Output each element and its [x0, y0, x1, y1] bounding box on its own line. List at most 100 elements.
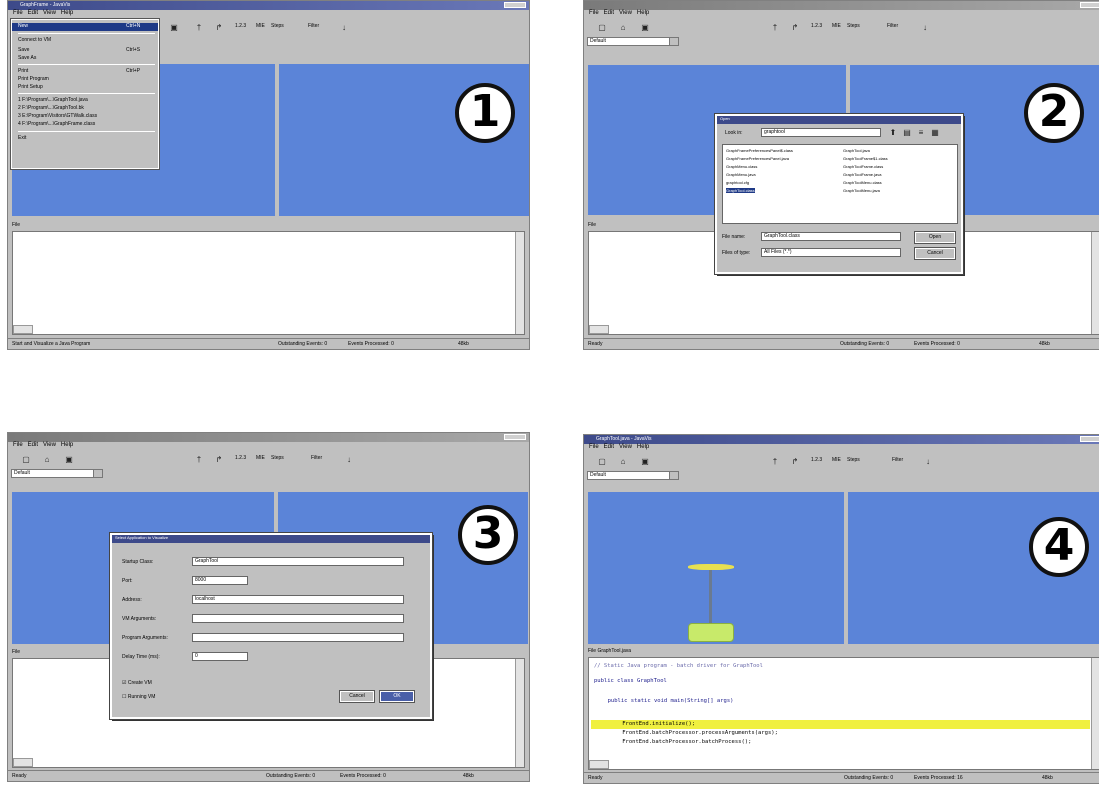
config-combo[interactable]: Default: [587, 471, 679, 480]
file-list-item[interactable]: GraphToolFrame.class: [843, 164, 883, 169]
debug-button[interactable]: MIE: [832, 457, 841, 463]
menu-view[interactable]: View: [619, 444, 632, 450]
cancel-button[interactable]: Cancel: [339, 690, 375, 703]
step-over-icon[interactable]: ↱: [213, 22, 225, 33]
visualization-pane-left[interactable]: [588, 492, 844, 644]
menu-help[interactable]: Help: [61, 10, 73, 16]
pin-icon[interactable]: ↓: [343, 454, 355, 465]
menu-view[interactable]: View: [43, 10, 56, 16]
running-vm-checkbox[interactable]: ☐ Running VM: [122, 694, 155, 700]
vertical-scrollbar[interactable]: [1091, 232, 1099, 334]
step-count-icon[interactable]: 1.2.3: [235, 23, 246, 29]
field-input[interactable]: GraphTool: [192, 557, 404, 566]
menu-file[interactable]: File: [13, 442, 23, 448]
save-icon[interactable]: ▣: [639, 456, 651, 467]
field-input[interactable]: [192, 633, 404, 642]
window-controls[interactable]: [504, 2, 526, 8]
debug-button[interactable]: MIE: [256, 455, 265, 461]
menu-item-connect[interactable]: Connect to VM: [18, 37, 51, 43]
step-over-icon[interactable]: ↱: [789, 22, 801, 33]
steps-button[interactable]: Steps: [847, 457, 860, 463]
menu-view[interactable]: View: [619, 10, 632, 16]
step-icon[interactable]: †: [769, 22, 781, 33]
vertical-scrollbar[interactable]: [1091, 658, 1099, 769]
source-editor[interactable]: [12, 231, 525, 335]
menu-file[interactable]: File: [589, 444, 599, 450]
save-icon[interactable]: ▣: [168, 22, 180, 33]
field-input[interactable]: localhost: [192, 595, 404, 604]
create-vm-checkbox[interactable]: ☑ Create VM: [122, 680, 152, 686]
window-controls[interactable]: [1080, 436, 1099, 442]
step-over-icon[interactable]: ↱: [213, 454, 225, 465]
file-list-item[interactable]: GraphTool.class: [726, 188, 755, 193]
menu-item-recent-4[interactable]: 4 F:\Program\...\GraphFrame.class: [18, 121, 95, 127]
filter-button[interactable]: Filter: [887, 23, 898, 29]
pin-icon[interactable]: ↓: [922, 456, 934, 467]
field-input[interactable]: [192, 614, 404, 623]
menu-edit[interactable]: Edit: [28, 442, 38, 448]
window-controls[interactable]: [504, 434, 526, 440]
source-editor[interactable]: // Static Java program - batch driver fo…: [588, 657, 1099, 770]
menu-item-recent-3[interactable]: 3 E:\Program\Visitors\GTWalk.class: [18, 113, 97, 119]
file-list-item[interactable]: GraphToolFrame$1.class: [843, 156, 888, 161]
new-icon[interactable]: ▢: [596, 456, 608, 467]
vertical-scrollbar[interactable]: [515, 659, 524, 767]
up-folder-icon[interactable]: ⬆: [887, 127, 899, 138]
menu-help[interactable]: Help: [637, 10, 649, 16]
horizontal-scrollbar[interactable]: [13, 325, 33, 334]
file-list[interactable]: GraphFramePreferencesPanel$.class GraphFr…: [722, 144, 958, 224]
new-folder-icon[interactable]: ▤: [901, 127, 913, 138]
file-list-item[interactable]: GraphToolFrame.java: [843, 172, 881, 177]
menu-item-exit[interactable]: Exit: [18, 135, 26, 141]
menu-file[interactable]: File: [589, 10, 599, 16]
config-combo[interactable]: Default: [11, 469, 103, 478]
list-view-icon[interactable]: ≡: [915, 127, 927, 138]
open-button[interactable]: Open: [914, 231, 956, 244]
pin-icon[interactable]: ↓: [338, 22, 350, 33]
file-list-item[interactable]: GraphFramePreferencesPanel$.class: [726, 148, 793, 153]
field-input[interactable]: 8000: [192, 576, 248, 585]
menu-item-save[interactable]: Save Ctrl+S: [18, 47, 158, 53]
new-icon[interactable]: ▢: [596, 22, 608, 33]
pin-icon[interactable]: ↓: [919, 22, 931, 33]
visual-object-base[interactable]: [688, 623, 734, 642]
menu-file[interactable]: File: [13, 10, 23, 16]
step-count-icon[interactable]: 1.2.3: [811, 23, 822, 29]
file-list-item[interactable]: graphtool.cfg: [726, 180, 749, 185]
steps-button[interactable]: Steps: [271, 23, 284, 29]
editor-tab-label[interactable]: File GraphTool.java: [588, 648, 631, 654]
menu-item-print[interactable]: Print Ctrl+P: [18, 68, 158, 74]
horizontal-scrollbar[interactable]: [13, 758, 33, 767]
ok-button[interactable]: OK: [379, 690, 415, 703]
menu-item-recent-2[interactable]: 2 F:\Program\...\GraphTool.bk: [18, 105, 84, 111]
steps-button[interactable]: Steps: [847, 23, 860, 29]
horizontal-scrollbar[interactable]: [589, 760, 609, 769]
step-icon[interactable]: †: [769, 456, 781, 467]
file-list-item[interactable]: GraphFramePreferencesPanel.java: [726, 156, 789, 161]
debug-button[interactable]: MIE: [256, 23, 265, 29]
filter-button[interactable]: Filter: [308, 23, 319, 29]
menu-item-print-setup[interactable]: Print Setup: [18, 84, 43, 90]
details-view-icon[interactable]: ▦: [929, 127, 941, 138]
file-list-item[interactable]: GraphMenu.java: [726, 172, 756, 177]
vertical-scrollbar[interactable]: [515, 232, 524, 334]
horizontal-scrollbar[interactable]: [589, 325, 609, 334]
save-icon[interactable]: ▣: [639, 22, 651, 33]
menu-item-recent-1[interactable]: 1 F:\Program\...\GraphTool.java: [18, 97, 88, 103]
menu-edit[interactable]: Edit: [28, 10, 38, 16]
field-input[interactable]: 0: [192, 652, 248, 661]
filetype-select[interactable]: All Files (*.*): [761, 248, 901, 257]
window-controls[interactable]: [1080, 2, 1099, 8]
step-icon[interactable]: †: [193, 454, 205, 465]
file-list-item[interactable]: GraphToolMenu.java: [843, 188, 880, 193]
filter-button[interactable]: Filter: [892, 457, 903, 463]
steps-button[interactable]: Steps: [271, 455, 284, 461]
menu-edit[interactable]: Edit: [604, 444, 614, 450]
menu-view[interactable]: View: [43, 442, 56, 448]
menu-item-new[interactable]: New Ctrl+N: [12, 23, 158, 31]
debug-button[interactable]: MIE: [832, 23, 841, 29]
menu-item-print-program[interactable]: Print Program: [18, 76, 49, 82]
open-icon[interactable]: ⌂: [617, 456, 629, 467]
open-icon[interactable]: ⌂: [41, 454, 53, 465]
look-in-select[interactable]: graphtool: [761, 128, 881, 137]
